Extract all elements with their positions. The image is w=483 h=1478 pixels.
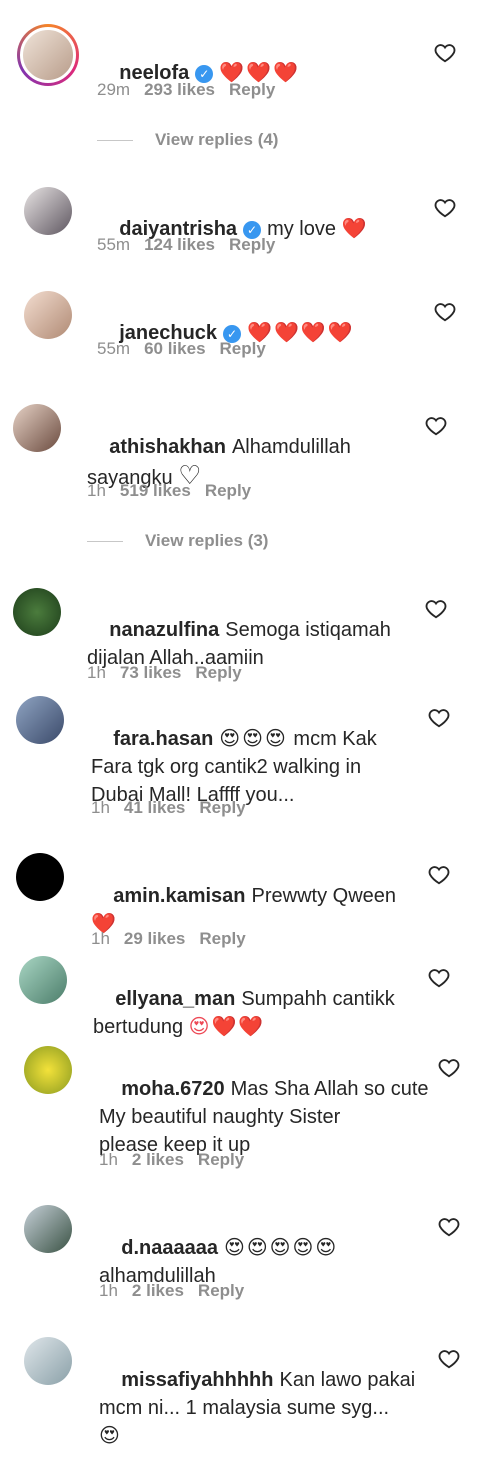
comment-text: athishakhan Alhamdulillah sayangku ♡ (87, 436, 351, 490)
comment-text: neelofa ✓ ❤️❤️❤️ (97, 31, 300, 115)
timestamp: 1h (87, 481, 106, 500)
comment-meta: 1h 73 likes Reply (87, 662, 256, 684)
avatar[interactable] (24, 187, 72, 235)
emoji: 😍😍😍 (219, 728, 288, 750)
avatar[interactable] (16, 696, 64, 744)
likes-count[interactable]: 293 likes (144, 80, 215, 99)
timestamp: 1h (99, 1150, 118, 1169)
heart-outline-icon[interactable] (438, 1348, 460, 1370)
reply-button[interactable]: Reply (198, 1281, 244, 1300)
avatar[interactable] (16, 853, 64, 901)
reply-button[interactable]: Reply (199, 798, 245, 817)
emoji: ❤️ (341, 218, 369, 240)
comment-text: missafiyahhhhh Kan lawo pakai mcm ni... 1… (99, 1369, 416, 1447)
avatar[interactable] (24, 1337, 72, 1385)
comment-meta: 1h 2 likes Reply (99, 1280, 258, 1302)
timestamp: 55m (97, 339, 131, 358)
heart-outline-icon[interactable] (425, 598, 447, 620)
heart-outline-icon[interactable] (434, 42, 456, 64)
timestamp: 1h (91, 929, 110, 948)
comment-meta: 1h 519 likes Reply (87, 480, 265, 502)
comment-text: daiyantrisha ✓ my love ❤️ (119, 218, 369, 240)
likes-count[interactable]: 60 likes (144, 339, 205, 358)
heart-outline-icon[interactable] (434, 197, 456, 219)
avatar[interactable] (24, 1046, 72, 1094)
avatar[interactable] (17, 24, 79, 86)
timestamp: 55m (97, 235, 131, 254)
likes-count[interactable]: 2 likes (132, 1150, 184, 1169)
emoji: 😍😍😍😍😍 (223, 1237, 339, 1259)
username[interactable]: moha.6720 (121, 1078, 224, 1100)
avatar[interactable] (13, 404, 61, 452)
reply-button[interactable]: Reply (229, 80, 275, 99)
comment-meta: 1h 29 likes Reply (91, 928, 260, 950)
heart-outline-icon[interactable] (428, 707, 450, 729)
reply-button[interactable]: Reply (220, 339, 266, 358)
reply-button[interactable]: Reply (199, 929, 245, 948)
timestamp: 1h (87, 663, 106, 682)
username[interactable]: ellyana_man (115, 988, 235, 1010)
timestamp: 1h (91, 798, 110, 817)
reply-button[interactable]: Reply (205, 481, 251, 500)
avatar[interactable] (19, 956, 67, 1004)
timestamp: 29m (97, 80, 131, 99)
reply-button[interactable]: Reply (229, 235, 275, 254)
comment-text: janechuck ✓ ❤️❤️❤️❤️ (97, 291, 355, 375)
likes-count[interactable]: 519 likes (120, 481, 191, 500)
heart-outline-icon[interactable] (425, 415, 447, 437)
username[interactable]: nanazulfina (109, 619, 219, 641)
avatar[interactable] (13, 588, 61, 636)
heart-outline-icon[interactable] (438, 1057, 460, 1079)
divider (87, 541, 123, 543)
divider (97, 140, 133, 142)
avatar[interactable] (24, 1205, 72, 1253)
likes-count[interactable]: 29 likes (124, 929, 185, 948)
username[interactable]: amin.kamisan (113, 885, 245, 907)
comment-meta: 29m 293 likes Reply (97, 79, 289, 101)
likes-count[interactable]: 73 likes (120, 663, 181, 682)
heart-outline-icon[interactable] (428, 967, 450, 989)
heart-outline-icon[interactable] (438, 1216, 460, 1238)
comment-meta: 1h 41 likes Reply (91, 797, 260, 819)
username[interactable]: fara.hasan (113, 728, 213, 750)
username[interactable]: athishakhan (109, 436, 226, 458)
likes-count[interactable]: 2 likes (132, 1281, 184, 1300)
likes-count[interactable]: 41 likes (124, 798, 185, 817)
view-replies-button[interactable]: View replies (3) (87, 531, 268, 551)
reply-button[interactable]: Reply (198, 1150, 244, 1169)
heart-outline-icon[interactable] (434, 301, 456, 323)
heart-outline-icon[interactable] (428, 864, 450, 886)
username[interactable]: d.naaaaaa (121, 1237, 218, 1259)
emoji: 😍 (99, 1425, 122, 1447)
comment-meta: 1h 2 likes Reply (99, 1149, 258, 1171)
comment-meta: 55m 124 likes Reply (97, 234, 289, 256)
likes-count[interactable]: 124 likes (144, 235, 215, 254)
reply-button[interactable]: Reply (195, 663, 241, 682)
avatar[interactable] (24, 291, 72, 339)
view-replies-button[interactable]: View replies (4) (97, 130, 278, 150)
comment-meta: 55m 60 likes Reply (97, 338, 280, 360)
emoji: 😍❤️❤️ (188, 1016, 266, 1038)
username[interactable]: missafiyahhhhh (121, 1369, 273, 1391)
timestamp: 1h (99, 1281, 118, 1300)
